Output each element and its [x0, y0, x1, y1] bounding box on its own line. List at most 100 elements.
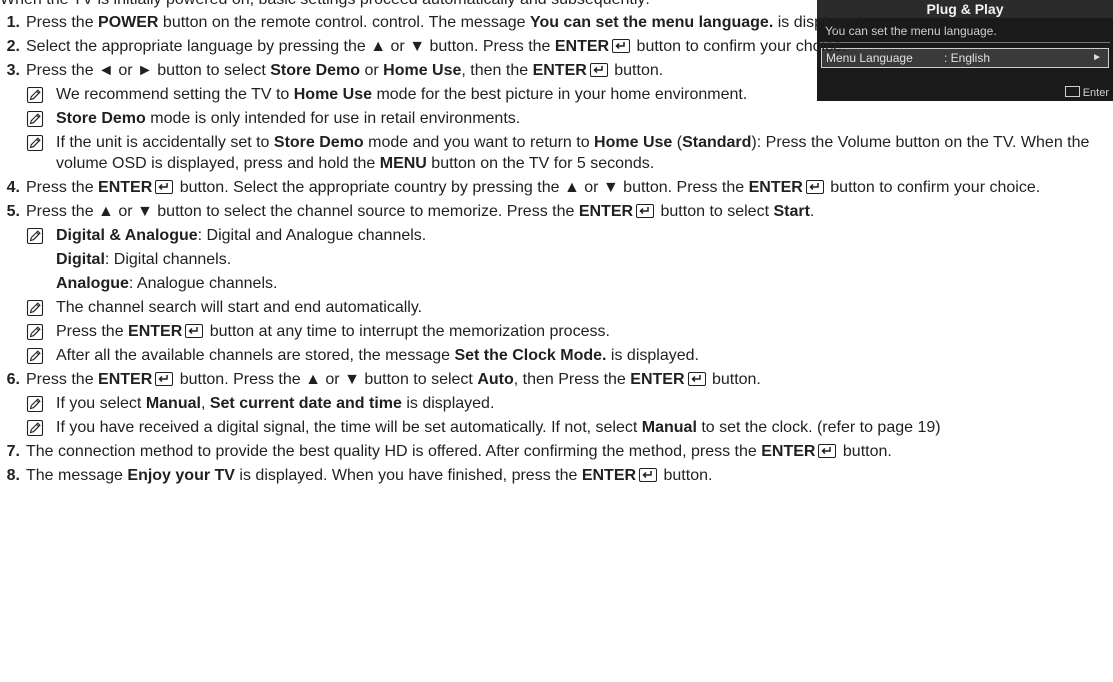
- bold-term: ENTER: [761, 443, 816, 460]
- bold-term: Set the Clock Mode.: [454, 347, 607, 364]
- note-icon: [26, 395, 44, 413]
- text-span: (: [672, 134, 683, 151]
- step-number: 2.: [6, 38, 20, 55]
- step-text: The connection method to provide the bes…: [26, 441, 1112, 462]
- bold-term: Start: [773, 203, 810, 220]
- step-number: 5.: [6, 203, 20, 220]
- note-icon: [26, 299, 44, 317]
- step-number: 1.: [6, 14, 20, 31]
- note-icon: [26, 227, 44, 245]
- step-item: 5. Press the ▲ or ▼ button to select the …: [0, 201, 1112, 366]
- text-span: is displayed.: [773, 14, 866, 31]
- note-item: Digital & Analogue: Digital and Analogue…: [26, 225, 1112, 246]
- enter-key-icon: [612, 39, 631, 53]
- enter-key-icon: [636, 204, 655, 218]
- text-span: : Digital and Analogue channels.: [197, 227, 427, 244]
- text-span: button on the remote control. control. T…: [158, 14, 530, 31]
- text-span: button.: [609, 62, 664, 79]
- enter-key-icon: [589, 63, 608, 77]
- note-item: If you have received a digital signal, t…: [26, 417, 1112, 438]
- text-span: Press the: [26, 371, 99, 388]
- text-span: button at any time to interrupt the memo…: [205, 323, 610, 340]
- step-text: Press the ENTER button. Press the ▲ or ▼…: [26, 369, 1112, 390]
- note-icon: [26, 419, 44, 437]
- bold-term: Home Use: [293, 86, 372, 103]
- text-span: We recommend setting the TV to: [56, 86, 294, 103]
- step-item: 3. Press the ◄ or ► button to select Stor…: [0, 60, 1112, 174]
- step-number: 3.: [6, 62, 20, 79]
- note-item: Press the ENTER button at any time to in…: [26, 321, 1112, 342]
- step-number: 6.: [6, 371, 20, 388]
- step-item: 7. The connection method to provide the b…: [0, 441, 1112, 462]
- enter-key-icon: [687, 372, 706, 386]
- note-icon: [26, 86, 44, 104]
- step-text: Press the POWER button on the remote con…: [26, 12, 1112, 33]
- note-item: If you select Manual, Set current date a…: [26, 393, 1112, 414]
- text-span: to set the clock. (refer to page 19): [696, 419, 941, 436]
- text-span: Press the: [56, 323, 129, 340]
- bold-term: Manual: [641, 419, 697, 436]
- step-number: 7.: [6, 443, 20, 460]
- text-span: , then the: [461, 62, 533, 79]
- step-item: 1. Press the POWER button on the remote c…: [0, 12, 1112, 33]
- bold-term: Home Use: [383, 62, 462, 79]
- text-span: button. Select the appropriate country b…: [175, 179, 749, 196]
- text-span: .: [809, 203, 815, 220]
- step-item: 6. Press the ENTER button. Press the ▲ or…: [0, 369, 1112, 438]
- bold-term: ENTER: [128, 323, 183, 340]
- step-text: Press the ◄ or ► button to select Store …: [26, 60, 1112, 81]
- bold-term: ENTER: [532, 62, 587, 79]
- bold-term: POWER: [98, 14, 159, 31]
- bold-term: ENTER: [578, 203, 634, 220]
- text-span: mode is only intended for use in retail …: [145, 110, 521, 127]
- note-icon: [26, 134, 44, 152]
- step-text: Press the ▲ or ▼ button to select the ch…: [26, 201, 1112, 222]
- text-span: Press the: [26, 14, 99, 31]
- bold-term: ENTER: [581, 467, 637, 484]
- step-number: 8.: [6, 467, 20, 484]
- bold-term: Standard: [682, 134, 752, 151]
- bold-term: Store Demo: [270, 62, 361, 79]
- bold-term: Digital & Analogue: [56, 227, 198, 244]
- note-item: Store Demo mode is only intended for use…: [26, 108, 1112, 129]
- text-span: Press the ◄ or ► button to select: [26, 62, 271, 79]
- text-span: The channel search will start and end au…: [56, 299, 423, 316]
- step-text: Press the ENTER button. Select the appro…: [26, 177, 1112, 198]
- text-span: ,: [200, 395, 210, 412]
- text-span: button.: [707, 371, 761, 388]
- bold-term: Home Use: [594, 134, 673, 151]
- note-icon: [26, 110, 44, 128]
- step-item: 2. Select the appropriate language by pre…: [0, 36, 1112, 57]
- note-icon: [26, 347, 44, 365]
- bold-term: ENTER: [554, 38, 610, 55]
- note-item: After all the available channels are sto…: [26, 345, 1112, 366]
- text-span: or: [360, 62, 384, 79]
- intro-text: When the TV is initially powered on, bas…: [0, 0, 650, 9]
- enter-key-icon: [185, 324, 204, 338]
- note-item: We recommend setting the TV to Home Use …: [26, 84, 1112, 105]
- step-number: 4.: [6, 179, 20, 196]
- text-span: Press the: [26, 179, 99, 196]
- text-span: button.: [838, 443, 892, 460]
- text-span: : Digital channels.: [104, 251, 232, 268]
- text-span: The connection method to provide the bes…: [26, 443, 762, 460]
- step-item: 8. The message Enjoy your TV is displayed…: [0, 465, 1112, 486]
- bold-term: You can set the menu language.: [529, 14, 774, 31]
- step-item: 4. Press the ENTER button. Select the app…: [0, 177, 1112, 198]
- bold-term: Analogue: [56, 275, 129, 292]
- enter-key-icon: [639, 468, 658, 482]
- bold-term: Manual: [145, 395, 201, 412]
- note-item: The channel search will start and end au…: [26, 297, 1112, 318]
- text-span: : Analogue channels.: [128, 275, 278, 292]
- text-span: Select the appropriate language by press…: [26, 38, 555, 55]
- text-span: is displayed.: [606, 347, 699, 364]
- text-span: is displayed. When you have finished, pr…: [234, 467, 582, 484]
- text-span: button on the TV for 5 seconds.: [426, 155, 655, 172]
- text-span: If the unit is accidentally set to: [56, 134, 274, 151]
- note-subline: Digital: Digital channels.: [26, 249, 1112, 270]
- text-span: Press the ▲ or ▼ button to select the ch…: [26, 203, 579, 220]
- text-span: After all the available channels are sto…: [56, 347, 455, 364]
- bold-term: ENTER: [98, 371, 153, 388]
- bold-term: Set current date and time: [209, 395, 402, 412]
- bold-term: ENTER: [98, 179, 153, 196]
